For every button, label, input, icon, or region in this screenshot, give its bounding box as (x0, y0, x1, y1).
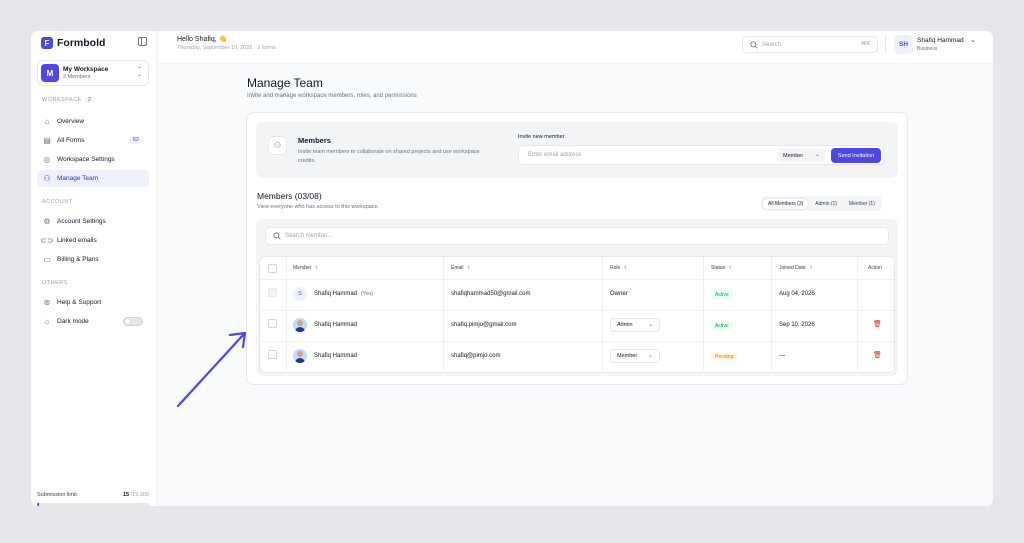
annotation-arrow-icon (176, 331, 247, 408)
